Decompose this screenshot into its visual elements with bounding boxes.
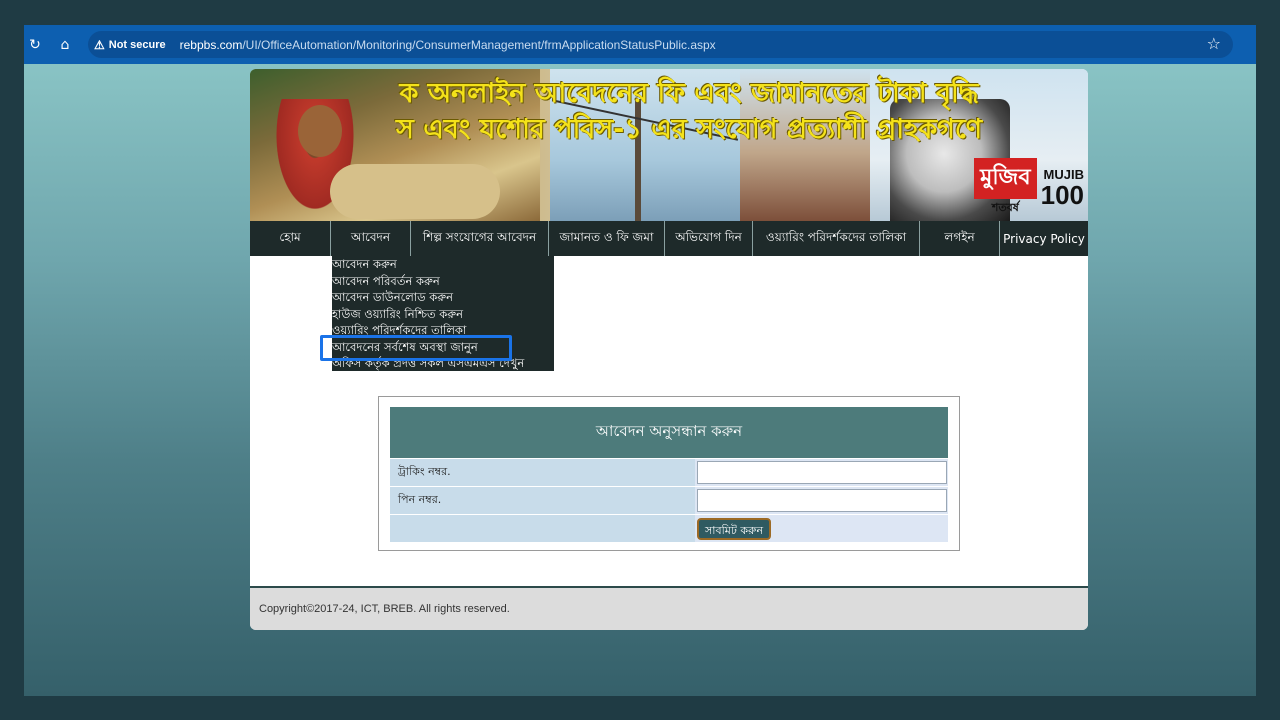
search-form: আবেদন অনুসন্ধান করুন ট্রাকিং নম্বর. পিন … xyxy=(390,407,948,542)
logo-en-number: 100 xyxy=(1040,180,1084,210)
tracking-row: ট্রাকিং নম্বর. xyxy=(390,458,948,486)
header-banner: ক অনলাইন আবেদনের ফি এবং জামানতের টাকা বৃ… xyxy=(250,69,1088,221)
banner-figure-grain xyxy=(330,164,500,219)
menu-item-apply[interactable]: আবেদন করুন xyxy=(332,256,554,273)
warning-icon: ⚠ xyxy=(94,37,105,52)
tracking-number-input[interactable] xyxy=(697,461,947,484)
menu-item-house-wiring[interactable]: হাউজ ওয়্যারিং নিশ্চিত করুন xyxy=(332,306,554,323)
nav-home[interactable]: হোম xyxy=(250,221,331,256)
highlight-box xyxy=(320,335,512,361)
pin-cell xyxy=(695,487,948,514)
submit-cell: সাবমিট করুন xyxy=(695,515,948,542)
main-navigation: হোম আবেদন শিল্প সংযোগের আবেদন জামানত ও ফ… xyxy=(250,221,1088,256)
nav-login[interactable]: লগইন xyxy=(920,221,1000,256)
menu-item-modify[interactable]: আবেদন পরিবর্তন করুন xyxy=(332,273,554,290)
url-path: /UI/OfficeAutomation/Monitoring/Consumer… xyxy=(242,37,716,52)
logo-mujib-bn: মুজিব xyxy=(974,158,1037,199)
reload-icon[interactable]: ↻ xyxy=(24,34,46,56)
address-bar[interactable]: ⚠ Not secure rebpbs.com/UI/OfficeAutomat… xyxy=(88,31,1233,58)
bookmark-star-icon[interactable]: ☆ xyxy=(1207,34,1221,53)
nav-deposit-fee[interactable]: জামানত ও ফি জমা xyxy=(549,221,665,256)
browser-toolbar: ↻ ⌂ ⚠ Not secure rebpbs.com/UI/OfficeAut… xyxy=(24,25,1256,64)
banner-headline-2: স এবং যশোর পবিস-১ এর সংযোগ প্রত্যাশী গ্র… xyxy=(395,114,983,145)
nav-application[interactable]: আবেদন xyxy=(331,221,411,256)
submit-row-spacer xyxy=(390,515,695,542)
nav-wiring-inspectors[interactable]: ওয়্যারিং পরিদর্শকদের তালিকা xyxy=(753,221,920,256)
tracking-label: ট্রাকিং নম্বর. xyxy=(390,459,695,486)
logo-mujib-en: MUJIB 100 xyxy=(1040,168,1084,210)
page-footer: Copyright©2017-24, ICT, BREB. All rights… xyxy=(250,586,1088,630)
menu-item-download[interactable]: আবেদন ডাউনলোড করুন xyxy=(332,289,554,306)
url-text[interactable]: rebpbs.com/UI/OfficeAutomation/Monitorin… xyxy=(180,38,716,52)
security-label: Not secure xyxy=(108,38,166,51)
mujib-100-logo: মুজিব শতবর্ষ MUJIB 100 xyxy=(916,158,1084,215)
browser-viewport: ↻ ⌂ ⚠ Not secure rebpbs.com/UI/OfficeAut… xyxy=(24,25,1256,696)
tracking-cell xyxy=(695,459,948,486)
nav-complaint[interactable]: অভিযোগ দিন xyxy=(665,221,753,256)
copyright-text: Copyright©2017-24, ICT, BREB. All rights… xyxy=(259,603,510,615)
nav-industrial-connection[interactable]: শিল্প সংযোগের আবেদন xyxy=(411,221,549,256)
pin-row: পিন নম্বর. xyxy=(390,486,948,514)
nav-privacy-policy[interactable]: Privacy Policy xyxy=(1000,221,1088,256)
security-indicator[interactable]: ⚠ Not secure xyxy=(94,38,166,52)
pin-label: পিন নম্বর. xyxy=(390,487,695,514)
url-host: rebpbs.com xyxy=(179,37,243,52)
logo-sub-text: শতবর্ষ xyxy=(991,201,1019,214)
submit-button[interactable]: সাবমিট করুন xyxy=(697,517,772,540)
form-title: আবেদন অনুসন্ধান করুন xyxy=(390,407,948,458)
submit-row: সাবমিট করুন xyxy=(390,514,948,542)
home-icon[interactable]: ⌂ xyxy=(54,34,76,56)
application-search-panel: আবেদন অনুসন্ধান করুন ট্রাকিং নম্বর. পিন … xyxy=(378,396,960,551)
web-page: ক অনলাইন আবেদনের ফি এবং জামানতের টাকা বৃ… xyxy=(250,69,1088,630)
pin-number-input[interactable] xyxy=(697,489,947,512)
